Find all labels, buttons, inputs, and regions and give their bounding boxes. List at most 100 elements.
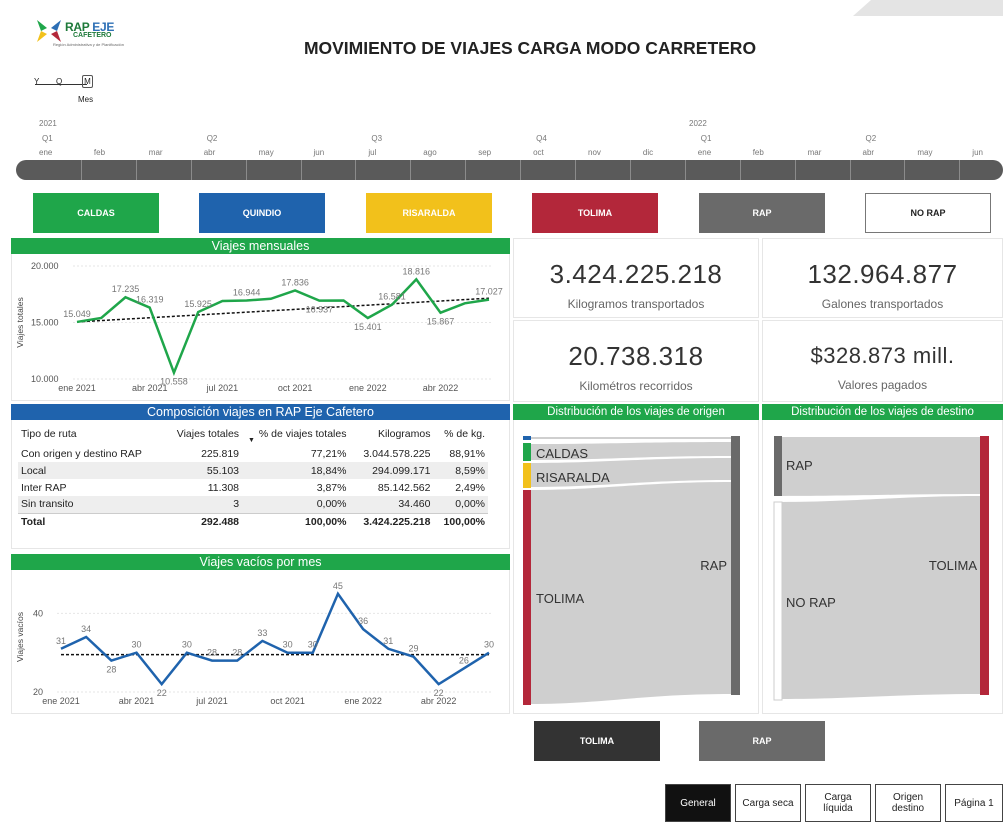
region-button-tolima[interactable]: TOLIMA	[532, 193, 658, 233]
nav-origen-destino[interactable]: Origen destino	[875, 784, 941, 822]
timeline-quarter[interactable]: Q1	[42, 134, 53, 143]
timeline-quarter[interactable]: Q4	[536, 134, 547, 143]
table-row[interactable]: Inter RAP 11.308 3,87% 85.142.562 2,49%	[18, 479, 488, 496]
timeline-month[interactable]: feb	[753, 148, 764, 157]
timeline-quarter[interactable]: Q1	[701, 134, 712, 143]
data-label: 16.937	[306, 305, 334, 315]
timeline-month[interactable]: jun	[972, 148, 983, 157]
timeline-tick	[959, 160, 961, 180]
destination-panel-title: Distribución de los viajes de destino	[762, 404, 1003, 420]
region-button-quindio[interactable]: QUINDIO	[199, 193, 325, 233]
sankey-node-rap[interactable]	[774, 436, 782, 496]
nav-carga-liquida[interactable]: Carga líquida	[805, 784, 871, 822]
table-cell: Total	[18, 512, 164, 530]
col-header[interactable]: Tipo de ruta	[18, 423, 164, 445]
kpi-payments-value: $328.873 mill.	[810, 343, 955, 368]
table-cell: 11.308	[207, 481, 240, 494]
x-tick-label: ene 2021	[42, 696, 80, 706]
table-cell: Local	[18, 462, 164, 479]
table-cell: 3	[163, 496, 243, 513]
timeline-tick	[849, 160, 851, 180]
table-row[interactable]: Local 55.103 18,84% 294.099.171 8,59%	[18, 462, 488, 479]
nav-pagina-1[interactable]: Página 1	[945, 784, 1003, 822]
x-tick-label: oct 2021	[270, 696, 305, 706]
timeline-month[interactable]: ene	[698, 148, 711, 157]
table-cell: 3.424.225.218	[349, 512, 434, 530]
timeline-month[interactable]: mar	[149, 148, 163, 157]
timeline-month[interactable]: abr	[204, 148, 216, 157]
monthly-trips-chart[interactable]: 20.000 15.000 10.000 Viajes totales ene 2021…	[11, 254, 510, 401]
timeline-month[interactable]: abr	[863, 148, 875, 157]
timeline-quarter[interactable]: Q3	[371, 134, 382, 143]
data-label: 16.581	[378, 292, 406, 302]
sankey-node-risaralda[interactable]	[523, 463, 531, 488]
timeline-month[interactable]: jul	[368, 148, 376, 157]
nav-carga-seca[interactable]: Carga seca	[735, 784, 801, 822]
timeline-month[interactable]: sep	[478, 148, 491, 157]
kpi-gallons-value: 132.964.877	[807, 259, 958, 289]
composition-table: Tipo de ruta Viajes totales % de viajes …	[18, 423, 488, 530]
hierarchy-y[interactable]: Y	[34, 77, 39, 86]
table-cell: 0,00%	[433, 496, 488, 513]
table-cell: 85.142.562	[377, 481, 431, 494]
timeline-month[interactable]: oct	[533, 148, 544, 157]
date-hierarchy-selector[interactable]: Y Q M Mes	[30, 74, 120, 110]
data-label: 33	[257, 628, 267, 638]
timeline-month[interactable]: nov	[588, 148, 601, 157]
kpi-payments-label: Valores pagados	[837, 378, 928, 392]
region-button-no-rap[interactable]: NO RAP	[865, 193, 991, 233]
timeline-quarter[interactable]: Q2	[866, 134, 877, 143]
table-row[interactable]: Con origen y destino RAP 225.819 77,21% 3.0…	[18, 445, 488, 462]
sankey-node-tolima[interactable]	[980, 436, 989, 695]
hierarchy-q[interactable]: Q	[56, 77, 62, 86]
data-label: 17.235	[112, 284, 140, 294]
origin-sankey[interactable]: CALDAS RISARALDA TOLIMA RAP	[513, 420, 759, 714]
data-label: 15.925	[184, 299, 212, 309]
timeline-slider[interactable]	[16, 160, 1003, 180]
kpi-card: 132.964.877 Galones transportados	[762, 238, 1003, 318]
col-header[interactable]: % de viajes totales ▼	[242, 423, 349, 445]
data-label: 30	[182, 640, 192, 650]
timeline-month[interactable]: feb	[94, 148, 105, 157]
data-label: 16.944	[233, 288, 261, 298]
drill-button-tolima[interactable]: TOLIMA	[534, 721, 660, 761]
rap-logo: RAP EJE CAFETERO Región Administrativa y…	[35, 18, 145, 52]
timeline-quarter[interactable]: Q2	[207, 134, 218, 143]
col-header[interactable]: Kilogramos	[349, 423, 433, 445]
timeline-month[interactable]: dic	[643, 148, 653, 157]
region-button-risaralda[interactable]: RISARALDA	[366, 193, 492, 233]
hierarchy-m[interactable]: M	[82, 75, 93, 88]
col-header[interactable]: Viajes totales	[164, 423, 242, 445]
sankey-node-rap[interactable]	[731, 436, 740, 695]
table-total-row[interactable]: Total 292.488 100,00% 3.424.225.218 100,00%	[18, 512, 488, 530]
nav-general[interactable]: General	[665, 784, 731, 822]
drill-button-rap[interactable]: RAP	[699, 721, 825, 761]
timeline-month[interactable]: may	[917, 148, 932, 157]
destination-sankey[interactable]: RAP NO RAP TOLIMA	[762, 420, 1003, 714]
sankey-node-quindio[interactable]	[523, 436, 531, 440]
region-button-rap[interactable]: RAP	[699, 193, 825, 233]
sankey-node-caldas[interactable]	[523, 443, 531, 461]
data-label: 30	[484, 640, 494, 650]
y-tick-label: 40	[33, 608, 43, 618]
data-label: 17.836	[281, 277, 309, 287]
sankey-node-no-rap[interactable]	[773, 501, 783, 701]
timeline-tick	[739, 160, 741, 180]
timeline-month[interactable]: jun	[314, 148, 325, 157]
y-tick-label: 10.000	[31, 374, 59, 384]
table-cell: 55.103	[163, 462, 243, 479]
timeline-month[interactable]: mar	[808, 148, 822, 157]
data-label: 10.558	[160, 377, 188, 387]
region-button-caldas[interactable]: CALDAS	[33, 193, 159, 233]
table-cell: 294.099.171	[349, 462, 434, 479]
col-header[interactable]: % de kg.	[433, 423, 488, 445]
timeline-month[interactable]: ene	[39, 148, 52, 157]
sankey-node-tolima[interactable]	[523, 490, 531, 705]
data-label: 17.027	[475, 287, 503, 297]
data-label: 29	[408, 644, 418, 654]
table-row[interactable]: Sin transito 3 0,00% 34.460 0,00%	[18, 496, 488, 513]
sankey-label: RAP	[786, 458, 813, 473]
timeline-month[interactable]: may	[259, 148, 274, 157]
empty-trips-chart[interactable]: 4020Viajes vacíosene 2021 abr 2021 jul 202…	[11, 570, 510, 714]
timeline-month[interactable]: ago	[423, 148, 436, 157]
